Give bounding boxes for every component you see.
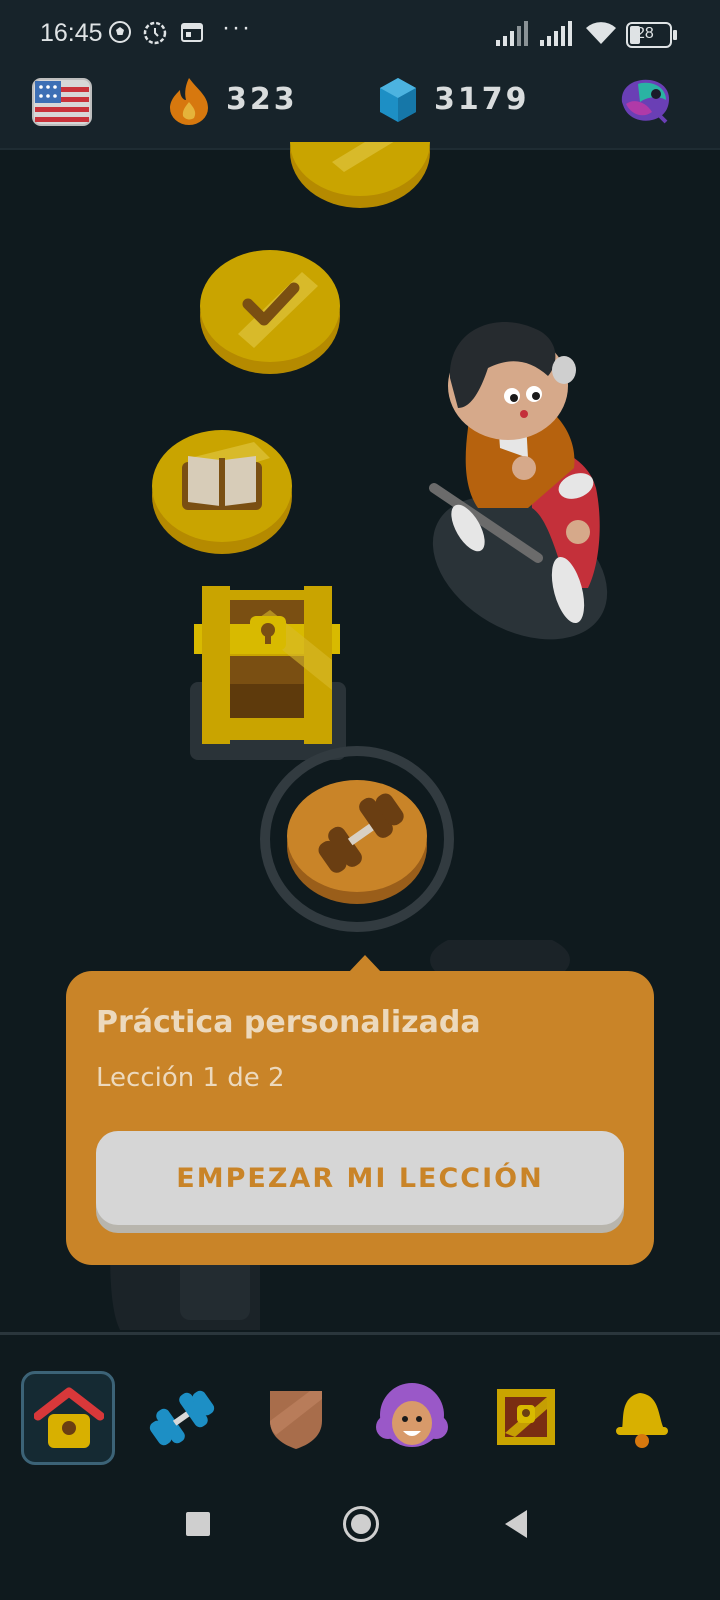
signal-icon	[540, 21, 572, 46]
soccer-ball-icon	[109, 21, 131, 43]
book-icon	[182, 456, 262, 510]
shield-icon	[270, 1391, 322, 1449]
nav-item-practice[interactable]	[137, 1371, 231, 1465]
character-on-scooter	[429, 321, 608, 640]
lesson-tooltip: Práctica personalizada Lección 1 de 2 EM…	[66, 971, 654, 1265]
recent-apps-icon[interactable]	[186, 1512, 210, 1536]
tooltip-title: Práctica personalizada	[96, 1005, 481, 1040]
calendar-icon	[181, 23, 203, 42]
practice-node-active[interactable]	[260, 746, 454, 932]
status-time: 16:45	[40, 19, 103, 47]
start-lesson-button[interactable]: EMPEZAR MI LECCIÓN	[96, 1131, 624, 1225]
top-bar: 323 3179	[0, 68, 720, 150]
treasure-chest-node[interactable]	[190, 580, 346, 765]
us-flag-icon[interactable]	[32, 78, 92, 126]
system-navigation-bar	[0, 1475, 720, 1600]
nav-item-profile[interactable]	[368, 1371, 462, 1465]
completed-lesson-node[interactable]	[150, 428, 294, 558]
bottom-nav	[0, 1335, 720, 1475]
dumbbell-icon	[149, 1390, 215, 1446]
back-icon[interactable]	[505, 1510, 527, 1538]
super-icon[interactable]	[616, 74, 674, 126]
nav-item-notifications[interactable]	[598, 1371, 692, 1465]
battery-level: 28	[636, 25, 654, 42]
chest-icon	[497, 1389, 555, 1445]
gems-count[interactable]: 3179	[434, 82, 530, 117]
nav-item-leagues[interactable]	[252, 1371, 346, 1465]
wifi-icon	[586, 22, 616, 44]
completed-lesson-node[interactable]	[288, 142, 432, 212]
home-button-icon[interactable]	[343, 1506, 379, 1542]
streak-flame-icon[interactable]	[168, 76, 210, 126]
nav-item-home[interactable]	[21, 1371, 115, 1465]
gem-icon[interactable]	[378, 76, 418, 124]
signal-icon	[496, 21, 528, 46]
clock-gear-icon	[143, 21, 167, 45]
battery-icon: 28	[626, 22, 677, 48]
streak-count[interactable]: 323	[226, 82, 298, 117]
nav-item-chest[interactable]	[483, 1371, 577, 1465]
completed-lesson-node[interactable]	[198, 248, 342, 378]
tooltip-subtitle: Lección 1 de 2	[96, 1063, 285, 1093]
status-bar: 16:45 ··· 28	[0, 0, 720, 68]
status-more: ···	[222, 14, 252, 41]
bell-icon	[616, 1393, 668, 1448]
home-icon	[34, 1387, 104, 1448]
character-icon	[376, 1383, 448, 1447]
